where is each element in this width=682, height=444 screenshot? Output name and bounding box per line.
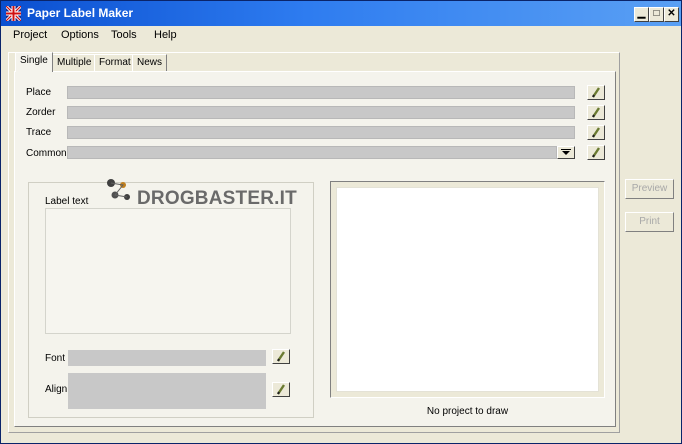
dropdown-arrow-icon (561, 149, 571, 155)
print-button[interactable]: Print (625, 212, 674, 232)
common-label: Common (26, 148, 67, 159)
edit-common-button[interactable] (587, 145, 605, 160)
label-text-input[interactable] (45, 208, 291, 334)
tab-format[interactable]: Format (94, 54, 136, 72)
minimize-button[interactable]: ▁ (634, 7, 649, 22)
menu-tools[interactable]: Tools (111, 29, 137, 41)
common-combobox[interactable] (67, 146, 557, 159)
app-window: Paper Label Maker ▁ □ ✕ Project Options … (0, 0, 682, 444)
font-label: Font (45, 353, 66, 364)
preview-button[interactable]: Preview (625, 179, 674, 199)
tab-single[interactable]: Single (15, 52, 53, 72)
pencil-icon (277, 384, 285, 395)
place-label: Place (26, 87, 52, 98)
edit-font-button[interactable] (272, 349, 290, 364)
pencil-icon (277, 351, 285, 362)
tab-news[interactable]: News (132, 54, 168, 72)
menu-project[interactable]: Project (13, 29, 47, 41)
zorder-field[interactable] (67, 106, 575, 119)
title-bar[interactable]: Paper Label Maker ▁ □ ✕ (1, 1, 681, 26)
drogbaster-logo-icon (107, 179, 130, 200)
menu-options[interactable]: Options (61, 29, 99, 41)
app-flag-icon (6, 6, 21, 21)
preview-canvas (336, 187, 599, 392)
pencil-icon (592, 107, 600, 118)
edit-place-button[interactable] (587, 85, 605, 100)
pencil-icon (592, 87, 600, 98)
label-text-title: Label text (45, 196, 89, 207)
window-title: Paper Label Maker (27, 6, 134, 20)
align-field[interactable] (68, 373, 266, 409)
minimize-icon: ▁ (637, 8, 646, 19)
close-icon: ✕ (667, 8, 676, 19)
align-label: Align (45, 384, 68, 395)
font-field[interactable] (68, 350, 266, 366)
trace-label: Trace (26, 127, 52, 138)
tab-multiple[interactable]: Multiple (52, 54, 97, 72)
common-dropdown-button[interactable] (557, 146, 575, 159)
preview-status: No project to draw (426, 406, 509, 417)
zorder-label: Zorder (26, 107, 56, 118)
edit-zorder-button[interactable] (587, 105, 605, 120)
menu-help[interactable]: Help (154, 29, 177, 41)
edit-trace-button[interactable] (587, 125, 605, 140)
close-button[interactable]: ✕ (664, 7, 679, 22)
pencil-icon (592, 127, 600, 138)
maximize-button[interactable]: □ (649, 7, 664, 22)
trace-field[interactable] (67, 126, 575, 139)
watermark-text: DROGBASTER.IT (137, 188, 297, 209)
place-field[interactable] (67, 86, 575, 99)
pencil-icon (592, 147, 600, 158)
edit-align-button[interactable] (272, 382, 290, 397)
maximize-icon: □ (653, 8, 660, 19)
menu-bar: Project Options Tools Help (1, 26, 681, 45)
preview-frame (330, 181, 605, 398)
